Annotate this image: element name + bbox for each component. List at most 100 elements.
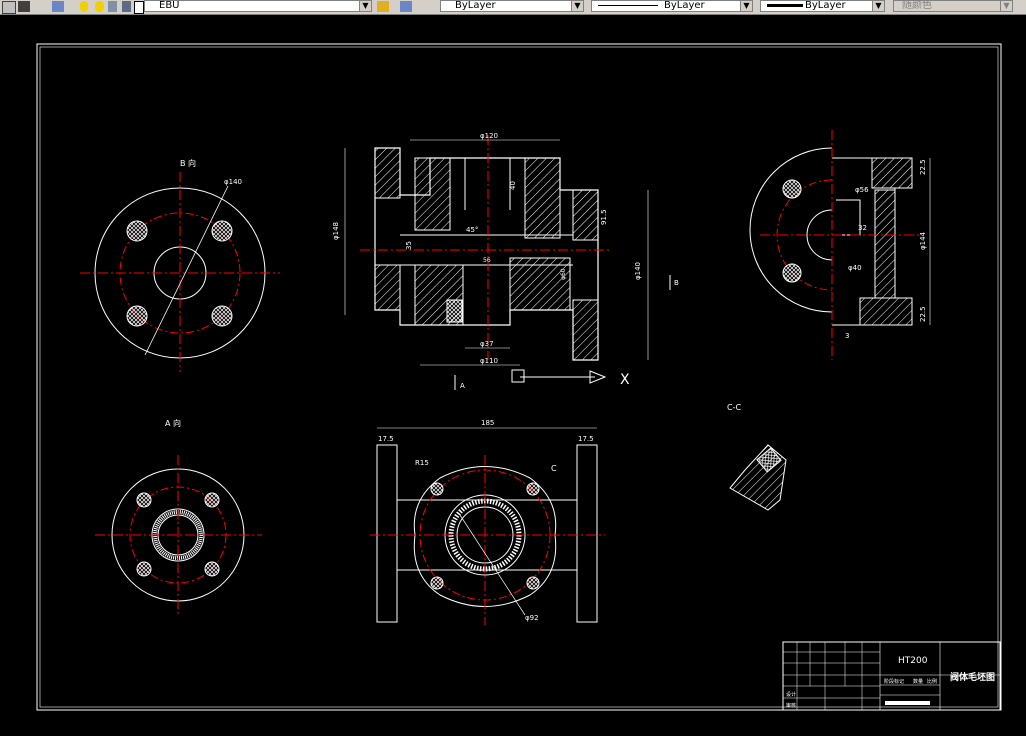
hatch-bottom-right [509,257,571,311]
plotstyle-value-text: 随颜色 [902,0,932,11]
lineweight-value-text: ByLayer [805,0,846,11]
sheet-inner-border [39,46,999,708]
dim-phi144: φ144 [919,231,927,250]
layer-manager-icon[interactable] [52,1,64,12]
view-a-bolt-hole [204,561,220,577]
top-view-right-flange [576,444,598,623]
dim-35: 35 [405,241,413,250]
dim-phi60: φ60 [560,268,567,280]
side-view-hatch-wall [874,189,896,299]
view-b-leader [144,185,229,356]
top-view-bolt-hole [526,482,540,496]
layer-on-icon[interactable] [80,1,88,12]
view-b-label: B 向 [180,158,196,168]
dim-915: 91.5 [600,209,608,225]
dim-right-height: φ140 [634,262,642,280]
view-a-bolt-hole [136,561,152,577]
dim-phi40: φ40 [848,264,862,272]
dim-225-bottom: 22.5 [919,306,927,322]
lineweight-dropdown[interactable]: ByLayer ▼ [760,0,885,12]
dim-angle-45: 45° [466,226,478,234]
dim-40: 40 [509,181,517,190]
layer-plot-icon[interactable] [122,1,131,12]
arrow-c-label: C [551,464,557,473]
linetype-value-text: ByLayer [664,0,705,11]
view-b: B 向 φ140 [80,158,280,372]
side-view: φ144 22.5 22.5 φ56 32 φ40 3 [749,130,931,360]
dim-left-height: φ148 [332,222,340,240]
top-view: 185 17.5 17.5 R15 φ92 C [370,419,605,625]
side-view-bolt-hole [782,263,802,283]
layer-dropdown[interactable]: EBU ▼ [144,0,372,12]
section-cc-label: C-C [727,403,741,412]
dim-top-width: φ120 [480,132,498,140]
layer-freeze-icon[interactable] [95,1,104,12]
title-block-qty: 数量 [913,678,923,685]
dim-175-right: 17.5 [578,435,594,443]
arrow-a-label: A [460,382,465,390]
view-a-bolt-hole [204,492,220,508]
layer-lock-icon[interactable] [108,1,117,12]
linetype-dropdown[interactable]: ByLayer ▼ [591,0,753,12]
hatch-left-flange-top [374,147,401,199]
chevron-down-icon[interactable]: ▼ [359,1,371,11]
hatch-right-wall [524,157,561,239]
ucs-x-label: X [620,372,630,388]
top-view-left-flange [376,444,398,623]
section-cc: C-C [727,403,787,511]
dim-r15: R15 [415,459,429,467]
view-a-label: A 向 [165,418,181,428]
side-view-bolt-hole [782,179,802,199]
view-b-bolt-hole [126,220,148,242]
top-view-bolt-hole [526,576,540,590]
title-block-reviewer: 审核 [786,702,796,709]
dim-bottom-37: φ37 [480,340,494,348]
valve-body-outline [374,147,599,361]
section-cc-shape [729,444,787,511]
layer-color-icon [134,1,144,14]
title-block-scale: 比例 [927,678,937,685]
dim-phi92: φ92 [525,614,539,622]
dim-phi22: 32 [858,224,867,232]
view-a-bolt-hole [136,492,152,508]
side-view-hatch-bottom [859,297,913,326]
hatch-seat [446,299,463,323]
sheet-outer-border [36,43,1002,711]
view-b-bolt-hole [211,220,233,242]
chevron-down-icon[interactable]: ▼ [571,1,583,11]
color-dropdown[interactable]: ByLayer ▼ [440,0,584,12]
title-block-designer: 设计 [786,691,796,698]
layer-name-text: EBU [159,0,180,11]
dim-56: 56 [483,257,491,264]
properties-toolbar: EBU ▼ ByLayer ▼ ByLayer ▼ ByLayer ▼ 随颜色 … [0,0,1026,15]
hatch-left-wall [414,157,451,231]
make-current-icon[interactable] [377,1,389,12]
save-icon[interactable] [18,1,30,12]
dim-175-left: 17.5 [378,435,394,443]
view-b-bolt-hole [211,305,233,327]
side-view-bore-step [836,199,861,236]
dim-width-185: 185 [481,419,494,427]
hatch-right-flange-top [572,189,599,241]
app-menu-icon[interactable] [2,1,16,14]
side-view-outer-arc [749,147,833,313]
layer-previous-icon[interactable] [400,1,412,12]
plotstyle-dropdown: 随颜色 ▼ [893,0,1013,12]
view-a: A 向 [95,418,262,615]
color-value-text: ByLayer [455,0,496,11]
linetype-sample [598,5,658,6]
title-block-stage: 阶段标记 [884,678,904,685]
ucs-icon [511,369,525,383]
drawing-canvas[interactable]: B 向 φ140 A 向 φ120 φ148 φ110 φ37 φ140 91.… [0,15,1026,736]
chevron-down-icon: ▼ [1000,1,1012,11]
hatch-left-flange-bottom [374,264,401,311]
top-view-bolt-hole [430,576,444,590]
title-block-material: HT200 [898,656,928,666]
view-b-bolt-hole [126,305,148,327]
chevron-down-icon[interactable]: ▼ [872,1,884,11]
top-view-bolt-hole [430,482,444,496]
main-section-view: φ120 φ148 φ110 φ37 φ140 91.5 35 40 56 φ6… [332,132,679,390]
chevron-down-icon[interactable]: ▼ [740,1,752,11]
title-block-drawing-name: 阀体毛坯图 [950,671,995,683]
hatch-right-flange-bottom [572,299,599,361]
